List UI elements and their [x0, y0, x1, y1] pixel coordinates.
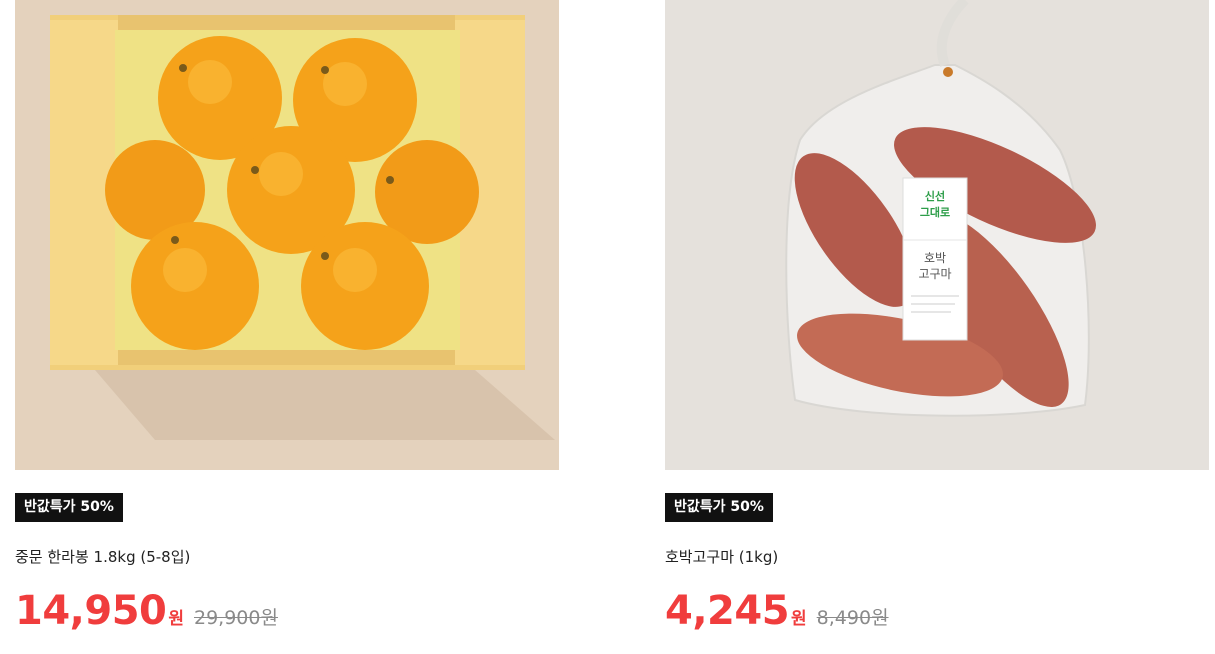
- original-price: 29,900원: [194, 607, 278, 629]
- original-price: 8,490원: [816, 607, 889, 629]
- label-product-line2: 고구마: [918, 267, 951, 281]
- product-image-hallabong[interactable]: [15, 0, 559, 470]
- product-card-sweet-potato[interactable]: 신선 그대로 호박 고구마 반값특가 50% 호박고구마 (1kg) 4,245…: [665, 0, 1209, 634]
- label-brand-line1: 신선: [925, 189, 945, 203]
- currency-unit: 원: [791, 609, 807, 629]
- label-brand-line2: 그대로: [920, 205, 950, 219]
- product-name[interactable]: 중문 한라봉 1.8kg (5-8입): [15, 546, 190, 567]
- discount-badge: 반값특가 50%: [665, 493, 773, 522]
- hallabong-box-illustration: [50, 15, 555, 440]
- product-name[interactable]: 호박고구마 (1kg): [665, 546, 778, 567]
- product-image-sweet-potato[interactable]: 신선 그대로 호박 고구마: [665, 0, 1209, 470]
- price-row: 14,950 원 29,900원: [15, 588, 278, 634]
- product-card-hallabong[interactable]: 반값특가 50% 중문 한라봉 1.8kg (5-8입) 14,950 원 29…: [15, 0, 559, 634]
- currency-unit: 원: [168, 609, 184, 629]
- label-product-line1: 호박: [924, 251, 946, 265]
- sale-price: 4,245: [665, 588, 790, 634]
- sale-price: 14,950: [15, 588, 167, 634]
- price-row: 4,245 원 8,490원: [665, 588, 889, 634]
- discount-badge: 반값특가 50%: [15, 493, 123, 522]
- sweet-potato-bag-illustration: 신선 그대로 호박 고구마: [785, 0, 1096, 417]
